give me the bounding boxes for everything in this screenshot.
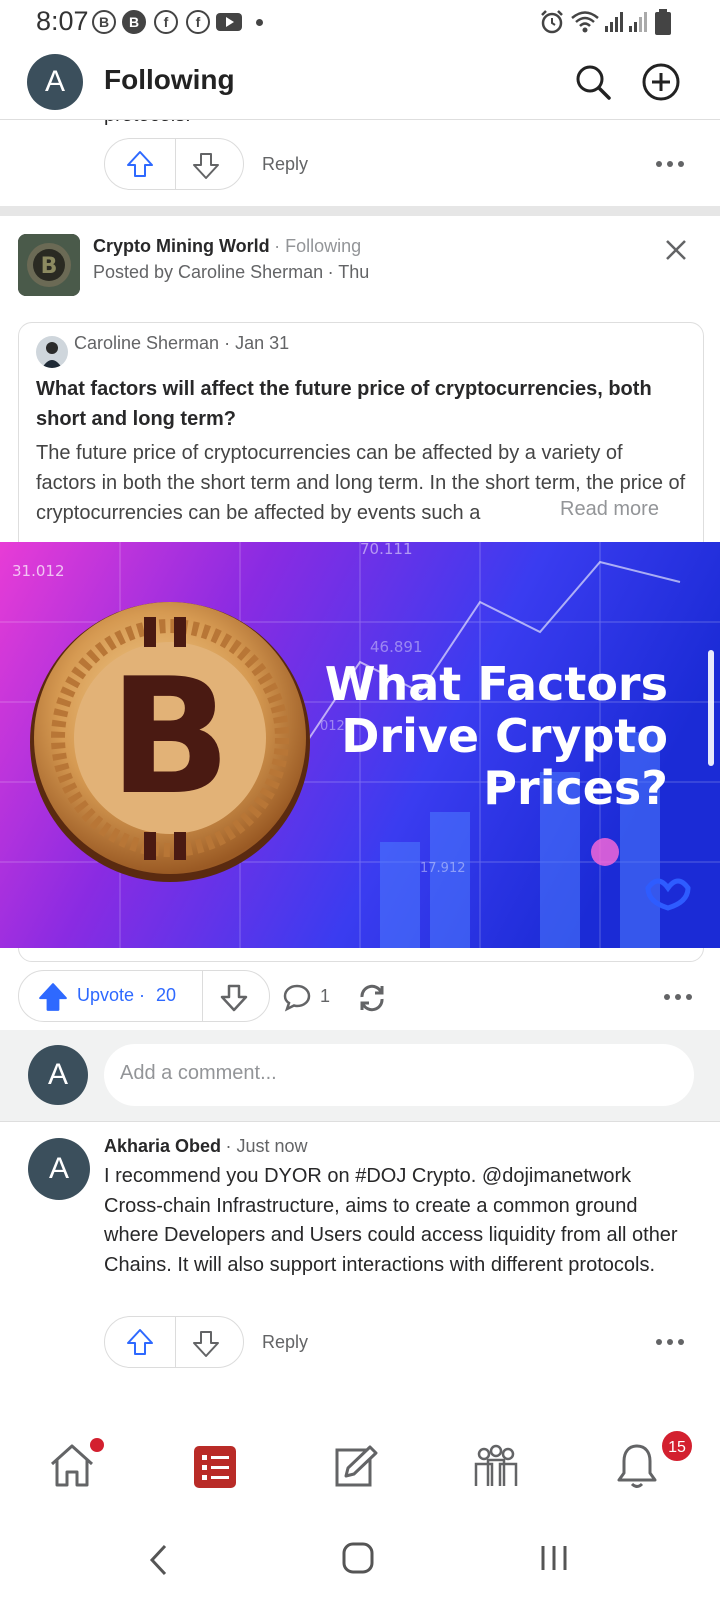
- bottom-nav: [0, 1410, 720, 1520]
- recents-icon[interactable]: [538, 1540, 570, 1576]
- back-icon[interactable]: [146, 1542, 170, 1578]
- svg-text:B: B: [41, 254, 58, 279]
- close-icon[interactable]: [664, 238, 688, 262]
- banner-headline-1: What Factors: [325, 657, 668, 711]
- battery-icon: [655, 9, 671, 35]
- space-avatar[interactable]: B: [18, 234, 80, 296]
- comment-time: · Just now: [225, 1136, 308, 1156]
- downvote-icon[interactable]: [191, 151, 221, 181]
- post-more-icon[interactable]: [664, 992, 694, 1002]
- scrollbar-thumb[interactable]: [708, 650, 714, 766]
- spaces-icon[interactable]: [472, 1442, 520, 1490]
- comment-body: I recommend you DYOR on #DOJ Crypto. @do…: [104, 1165, 678, 1276]
- post-vote-group: Upvote · 20: [18, 970, 270, 1022]
- share-icon[interactable]: [356, 982, 388, 1014]
- wifi-icon: [571, 11, 599, 33]
- b-filled-circle-icon: B: [122, 10, 146, 34]
- home-icon[interactable]: [48, 1442, 96, 1488]
- feed-separator: [0, 206, 720, 216]
- notifications-badge: 15: [660, 1429, 694, 1463]
- read-more-link[interactable]: Read more: [520, 498, 659, 521]
- comment-more-icon[interactable]: [656, 1337, 686, 1347]
- profile-avatar[interactable]: A: [27, 54, 83, 110]
- upvote-button[interactable]: Upvote · 20: [77, 985, 176, 1006]
- banner-tick-2: 70.111: [360, 542, 413, 558]
- prev-reply-button[interactable]: Reply: [262, 154, 308, 175]
- home-nav-icon[interactable]: [340, 1540, 376, 1576]
- add-icon[interactable]: [641, 62, 681, 102]
- follow-status[interactable]: · Following: [274, 236, 361, 256]
- author-name[interactable]: Caroline Sherman: [74, 333, 219, 353]
- b-circle-icon: B: [92, 10, 116, 34]
- banner-tick-1: 31.012: [12, 562, 65, 580]
- comment-author[interactable]: Akharia Obed: [104, 1136, 221, 1156]
- signal-icon: [605, 12, 623, 32]
- banner-headline-3: Prices?: [483, 761, 668, 815]
- add-comment-bar: A Add a comment...: [0, 1030, 720, 1122]
- upvote-icon[interactable]: [37, 981, 69, 1013]
- alarm-icon: [541, 10, 563, 34]
- posted-by[interactable]: Posted by Caroline Sherman: [93, 262, 323, 282]
- prev-more-icon[interactable]: [656, 159, 686, 169]
- comment-author-avatar[interactable]: A: [28, 1138, 90, 1200]
- following-icon[interactable]: [194, 1446, 236, 1488]
- dot-icon: [256, 19, 263, 26]
- comment-icon[interactable]: [282, 982, 312, 1012]
- page-title: Following: [104, 64, 235, 95]
- svg-text:B: B: [109, 643, 231, 830]
- comment-count: 1: [320, 986, 331, 1006]
- upvote-label: Upvote ·: [77, 985, 146, 1005]
- downvote-icon[interactable]: [219, 983, 249, 1013]
- author-line: Caroline Sherman · Jan 31: [74, 333, 289, 354]
- signal-icon: [629, 12, 647, 32]
- author-avatar[interactable]: [36, 336, 68, 368]
- home-dot-badge: [90, 1438, 104, 1452]
- banner-headline-2: Drive Crypto: [341, 709, 668, 763]
- post-space-line: Crypto Mining World · Following: [93, 236, 361, 257]
- top-header: A Following: [0, 46, 720, 120]
- notifications-icon[interactable]: [616, 1442, 658, 1490]
- upvote-icon[interactable]: [125, 149, 155, 179]
- comment-reply-button[interactable]: Reply: [262, 1332, 308, 1353]
- comment-vote-group: [104, 1316, 244, 1368]
- upvote-icon[interactable]: [125, 1327, 155, 1357]
- question-title[interactable]: What factors will affect the future pric…: [36, 374, 666, 434]
- status-time: 8:07: [36, 6, 89, 36]
- upvote-count: 20: [156, 985, 177, 1005]
- bitcoin-coin-icon: B: [30, 602, 310, 882]
- banner-tick-5: 17.912: [420, 861, 466, 876]
- youtube-icon: [216, 13, 242, 31]
- post-image[interactable]: 31.012 70.111 46.891 012 17.912 B What F…: [0, 542, 720, 948]
- answer-icon[interactable]: [334, 1444, 378, 1488]
- search-icon[interactable]: [573, 62, 613, 102]
- downvote-icon[interactable]: [191, 1329, 221, 1359]
- system-nav-bar: [0, 1520, 720, 1600]
- facebook-icon: f: [186, 10, 210, 34]
- prev-vote-group: [104, 138, 244, 190]
- facebook-icon: f: [154, 10, 178, 34]
- space-name[interactable]: Crypto Mining World: [93, 236, 270, 256]
- app-root: 8:07 B B f f A Following Reply B Crypto …: [0, 0, 720, 1600]
- author-date: · Jan 31: [224, 333, 290, 353]
- comment-meta: Akharia Obed · Just now: [104, 1136, 308, 1157]
- posted-when: · Thu: [327, 262, 370, 282]
- banner-tick-3: 46.891: [370, 638, 423, 656]
- status-bar: 8:07 B B f f: [0, 0, 720, 46]
- commenter-avatar[interactable]: A: [28, 1045, 88, 1105]
- posted-by-line: Posted by Caroline Sherman · Thu: [93, 262, 369, 283]
- comment-input[interactable]: Add a comment...: [104, 1044, 694, 1106]
